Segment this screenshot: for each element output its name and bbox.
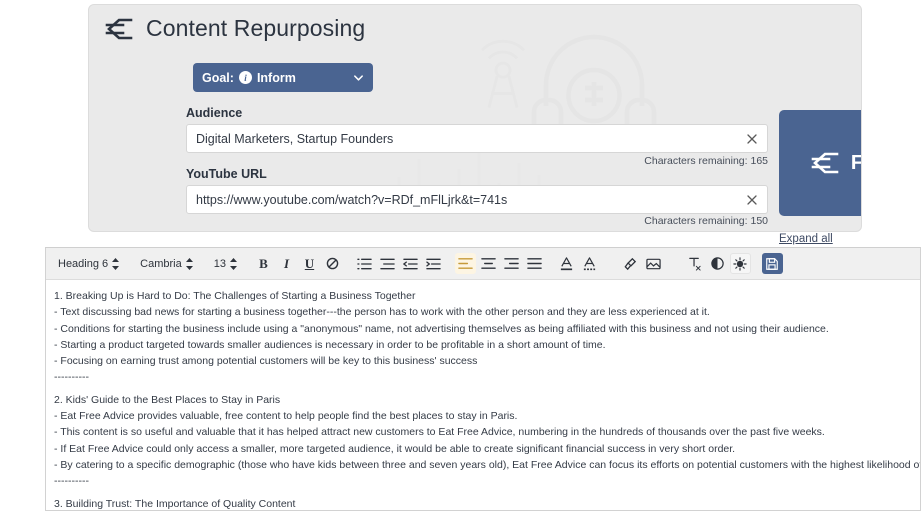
document-line: - Text discussing bad news for starting … — [54, 306, 710, 319]
content-repurposing-card: Content Repurposing Goal: i Inform Audie… — [88, 4, 862, 232]
audience-input[interactable]: Digital Marketers, Startup Founders — [186, 124, 768, 153]
clear-format-icon[interactable] — [684, 253, 705, 274]
youtube-url-input[interactable]: https://www.youtube.com/watch?v=RDf_mFlL… — [186, 185, 768, 214]
font-family-select[interactable]: Cambria — [134, 256, 199, 272]
editor-content[interactable]: 1. Breaking Up is Hard to Do: The Challe… — [46, 280, 920, 511]
youtube-url-clear-icon[interactable] — [745, 193, 759, 207]
document-line: 2. Kids' Guide to the Best Places to Sta… — [54, 393, 281, 406]
underline-icon[interactable]: U — [299, 253, 320, 274]
link-icon[interactable] — [620, 253, 641, 274]
save-icon[interactable] — [761, 253, 783, 274]
goal-dropdown[interactable]: Goal: i Inform — [193, 63, 373, 92]
heading-style-select[interactable]: Heading 6 — [52, 256, 125, 272]
audience-clear-icon[interactable] — [745, 132, 759, 146]
font-family-value: Cambria — [140, 257, 182, 270]
fetch-button[interactable]: Fetch — [779, 110, 862, 216]
goal-value: Inform — [256, 70, 296, 85]
rich-text-editor: Heading 6 Cambria 13 B I U 1. Breaking U… — [45, 247, 921, 511]
strikethrough-icon[interactable] — [322, 253, 343, 274]
document-line: - This content is so useful and valuable… — [54, 426, 825, 439]
underline-glyph: U — [304, 255, 315, 271]
document-line: - If Eat Free Advice could only access a… — [54, 442, 736, 455]
fetch-logo-icon — [809, 150, 839, 176]
spinner-arrows-icon — [229, 257, 237, 270]
document-line: - Starting a product targeted towards sm… — [54, 338, 606, 351]
info-icon[interactable]: i — [238, 71, 252, 84]
expand-all-link[interactable]: Expand all — [779, 233, 833, 245]
youtube-url-value: https://www.youtube.com/watch?v=RDf_mFlL… — [196, 192, 508, 207]
document-line: - Focusing on earning trust among potent… — [54, 355, 478, 368]
watermark-broadcast — [467, 35, 539, 117]
document-line: 3. Building Trust: The Importance of Qua… — [54, 497, 296, 510]
document-line: - By catering to a specific demographic … — [54, 458, 920, 471]
text-color-icon[interactable] — [556, 253, 577, 274]
bold-icon[interactable]: B — [253, 253, 274, 274]
contrast-icon[interactable] — [707, 253, 728, 274]
top-section: Content Repurposing Goal: i Inform Audie… — [0, 0, 921, 245]
font-size-value: 13 — [213, 257, 226, 270]
audience-value: Digital Marketers, Startup Founders — [196, 131, 394, 146]
italic-glyph: I — [283, 255, 290, 271]
align-center-icon[interactable] — [478, 253, 499, 274]
chevron-down-icon — [353, 72, 364, 83]
brightness-icon[interactable] — [729, 253, 751, 274]
spinner-arrows-icon — [112, 257, 120, 270]
audience-label: Audience — [186, 106, 243, 120]
document-line: - Conditions for starting the business i… — [54, 322, 829, 335]
italic-icon[interactable]: I — [276, 253, 297, 274]
document-line: 1. Breaking Up is Hard to Do: The Challe… — [54, 290, 416, 302]
indent-icon[interactable] — [423, 253, 444, 274]
bold-glyph: B — [259, 255, 268, 271]
image-icon[interactable] — [643, 253, 664, 274]
document-line: ---------- — [54, 475, 89, 488]
page-title: Content Repurposing — [146, 15, 366, 41]
outdent-icon[interactable] — [400, 253, 421, 274]
align-right-icon[interactable] — [501, 253, 522, 274]
heading-style-value: Heading 6 — [58, 257, 109, 270]
bullet-list-icon[interactable] — [377, 253, 398, 274]
align-left-icon[interactable] — [454, 253, 476, 274]
audience-chars-remaining: Characters remaining: 165 — [644, 155, 768, 167]
goal-label: Goal: — [202, 70, 234, 85]
editor-toolbar: Heading 6 Cambria 13 B I U — [46, 248, 920, 280]
highlight-color-icon[interactable] — [579, 253, 600, 274]
numbered-list-icon[interactable] — [354, 253, 375, 274]
card-header: Content Repurposing — [103, 15, 365, 42]
youtube-chars-remaining: Characters remaining: 150 — [644, 215, 768, 227]
font-size-select[interactable]: 13 — [208, 256, 243, 272]
spinner-arrows-icon — [185, 257, 193, 270]
document-line: ---------- — [54, 371, 89, 384]
fetch-button-label: Fetch — [850, 151, 862, 174]
align-justify-icon[interactable] — [524, 253, 545, 274]
youtube-url-label: YouTube URL — [186, 167, 267, 181]
content-repurposing-logo-icon — [103, 16, 133, 42]
document-line: - Eat Free Advice provides valuable, fre… — [54, 410, 518, 423]
